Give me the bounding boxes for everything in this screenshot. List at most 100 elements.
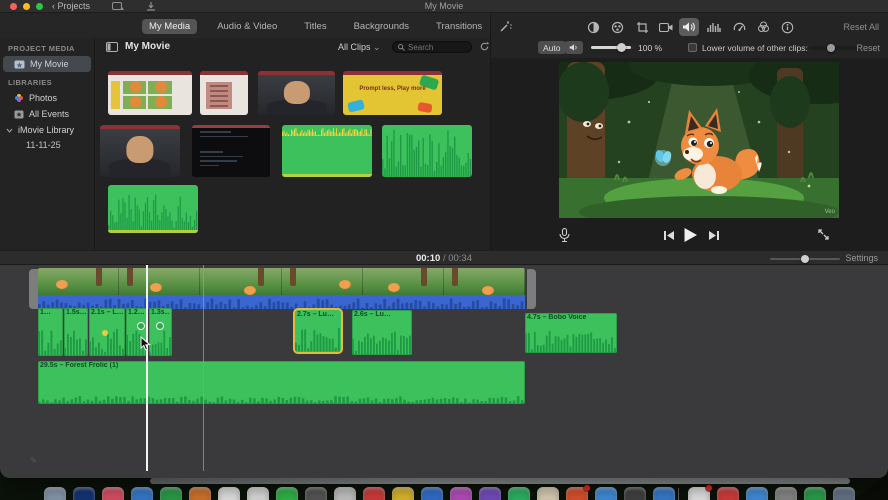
tab-backgrounds[interactable]: Backgrounds <box>347 19 416 34</box>
all-clips-filter[interactable]: All Clips ⌄ <box>338 42 381 53</box>
media-clip-document[interactable] <box>200 71 248 115</box>
media-clip-audio-green[interactable] <box>382 125 472 177</box>
dock-app-icon[interactable] <box>479 487 501 500</box>
sidebar-item-event-11-11-25[interactable]: 11-11-25 <box>0 138 94 152</box>
lower-volume-checkbox[interactable] <box>688 43 697 52</box>
dock-app-icon[interactable] <box>392 487 414 500</box>
video-clip-audio-waveform[interactable] <box>38 295 525 309</box>
timeline[interactable]: 1… 1.5s… 2.1s – L… 1.2… 1.3s… 2.7s – Lu… 2.6s … <box>0 265 888 478</box>
export-share-icon[interactable] <box>146 2 156 11</box>
media-clip-presenter-1[interactable] <box>258 71 335 115</box>
sidebar-item-my-movie[interactable]: My Movie <box>3 56 91 72</box>
dock-app-icon[interactable] <box>595 487 617 500</box>
next-frame-button[interactable] <box>708 230 720 241</box>
search-input[interactable] <box>408 42 466 52</box>
timeline-audio-clip[interactable]: 2.6s – Lu… <box>352 310 412 355</box>
volume-icon[interactable] <box>679 18 699 36</box>
skimmer-line[interactable] <box>203 265 204 471</box>
close-window-button[interactable] <box>10 3 17 10</box>
stabilization-icon[interactable] <box>656 18 676 36</box>
dock-app-icon[interactable] <box>508 487 530 500</box>
dock-app-icon[interactable] <box>746 487 768 500</box>
dock-app-icon[interactable] <box>717 487 739 500</box>
dock-app-icon[interactable] <box>833 487 855 500</box>
clip-effect-badge[interactable] <box>156 322 164 330</box>
color-balance-icon[interactable] <box>583 18 603 36</box>
timeline-audio-clip-selected[interactable]: 2.7s – Lu… <box>295 310 341 352</box>
tab-titles[interactable]: Titles <box>297 19 333 34</box>
previous-frame-button[interactable] <box>663 230 675 241</box>
dock-app-icon[interactable] <box>363 487 385 500</box>
media-clip-slide[interactable]: Prompt less, Play more <box>343 71 442 115</box>
dock-app-icon[interactable] <box>775 487 797 500</box>
refresh-icon[interactable] <box>479 41 490 52</box>
import-media-icon[interactable] <box>112 2 124 11</box>
dock-app-icon[interactable] <box>537 487 559 500</box>
dock-app-icon[interactable] <box>450 487 472 500</box>
sidebar-item-imovie-library[interactable]: iMovie Library <box>0 122 94 138</box>
lower-volume-slider-track[interactable] <box>809 46 861 50</box>
back-to-projects-button[interactable]: ‹ Projects <box>52 1 90 11</box>
auto-volume-button[interactable]: Auto <box>538 41 566 54</box>
clip-trim-handle-right[interactable] <box>527 269 536 309</box>
media-clip-browser-grid[interactable] <box>108 71 192 115</box>
dock-app-icon[interactable] <box>334 487 356 500</box>
tab-transitions[interactable]: Transitions <box>429 19 489 34</box>
timeline-audio-clip[interactable]: 4.7s – Bobo Voice <box>525 313 617 353</box>
dock-app-icon[interactable] <box>160 487 182 500</box>
zoom-window-button[interactable] <box>36 3 43 10</box>
dock-app-icon[interactable] <box>131 487 153 500</box>
sidebar-item-photos[interactable]: Photos <box>0 90 94 106</box>
dock-app-icon[interactable] <box>566 485 590 500</box>
dock-app-icon[interactable] <box>218 487 240 500</box>
lower-volume-slider-knob[interactable] <box>827 44 835 52</box>
timeline-audio-clip[interactable]: 1.5s… <box>64 308 88 356</box>
minimize-window-button[interactable] <box>23 3 30 10</box>
media-clip-audio-voice[interactable] <box>108 185 198 233</box>
reset-button[interactable]: Reset <box>856 43 880 53</box>
timeline-audio-clip[interactable]: 2.1s – L… <box>89 308 125 356</box>
video-preview[interactable]: Veo <box>559 62 839 218</box>
clip-effect-badge[interactable] <box>137 322 145 330</box>
dock-app-icon[interactable] <box>276 487 298 500</box>
media-clip-terminal[interactable] <box>192 125 270 177</box>
dock-app-icon[interactable] <box>73 487 95 500</box>
sidebar-item-all-events[interactable]: All Events <box>0 106 94 122</box>
tab-audio-video[interactable]: Audio & Video <box>210 19 284 34</box>
media-clip-audio-yellow[interactable] <box>282 125 372 177</box>
dock-app-icon[interactable] <box>624 487 646 500</box>
speed-icon[interactable] <box>729 18 749 36</box>
clip-filter-icon[interactable] <box>753 18 773 36</box>
tab-my-media[interactable]: My Media <box>142 18 198 34</box>
dock-app-icon[interactable] <box>102 487 124 500</box>
noise-reduction-eq-icon[interactable] <box>704 18 724 36</box>
playhead[interactable] <box>146 265 148 471</box>
mute-button[interactable] <box>565 41 583 54</box>
timeline-audio-clip[interactable]: 1… <box>38 308 63 356</box>
dock-app-icon[interactable] <box>247 487 269 500</box>
media-clip-presenter-2[interactable] <box>100 125 180 177</box>
dock-app-icon[interactable] <box>804 487 826 500</box>
record-voiceover-mic-icon[interactable] <box>559 228 570 243</box>
fullscreen-icon[interactable] <box>817 228 830 241</box>
timeline-music-clip[interactable]: 29.5s – Forest Frolic (1) <box>38 361 525 404</box>
sidebar-toggle-icon[interactable] <box>106 42 118 52</box>
play-button[interactable] <box>683 227 698 243</box>
color-correction-icon[interactable] <box>607 18 627 36</box>
dock-app-icon[interactable] <box>653 487 675 500</box>
video-clip-filmstrip[interactable] <box>38 268 525 295</box>
dock-app-icon[interactable] <box>688 485 712 500</box>
volume-slider-knob[interactable] <box>617 43 626 52</box>
timeline-settings-button[interactable]: Settings <box>845 253 878 263</box>
timeline-zoom-knob[interactable] <box>801 255 809 263</box>
reset-all-button[interactable]: Reset All <box>843 22 879 32</box>
dock-app-icon[interactable] <box>44 487 66 500</box>
dock-app-icon[interactable] <box>189 487 211 500</box>
clip-trim-handle-left[interactable] <box>29 269 38 309</box>
clip-info-icon[interactable] <box>777 18 797 36</box>
dock-app-icon[interactable] <box>421 487 443 500</box>
dock-app-icon[interactable] <box>305 487 327 500</box>
crop-icon[interactable] <box>632 18 652 36</box>
timeline-audio-clip[interactable]: 1.3s… <box>149 308 172 356</box>
search-field[interactable] <box>392 41 472 53</box>
